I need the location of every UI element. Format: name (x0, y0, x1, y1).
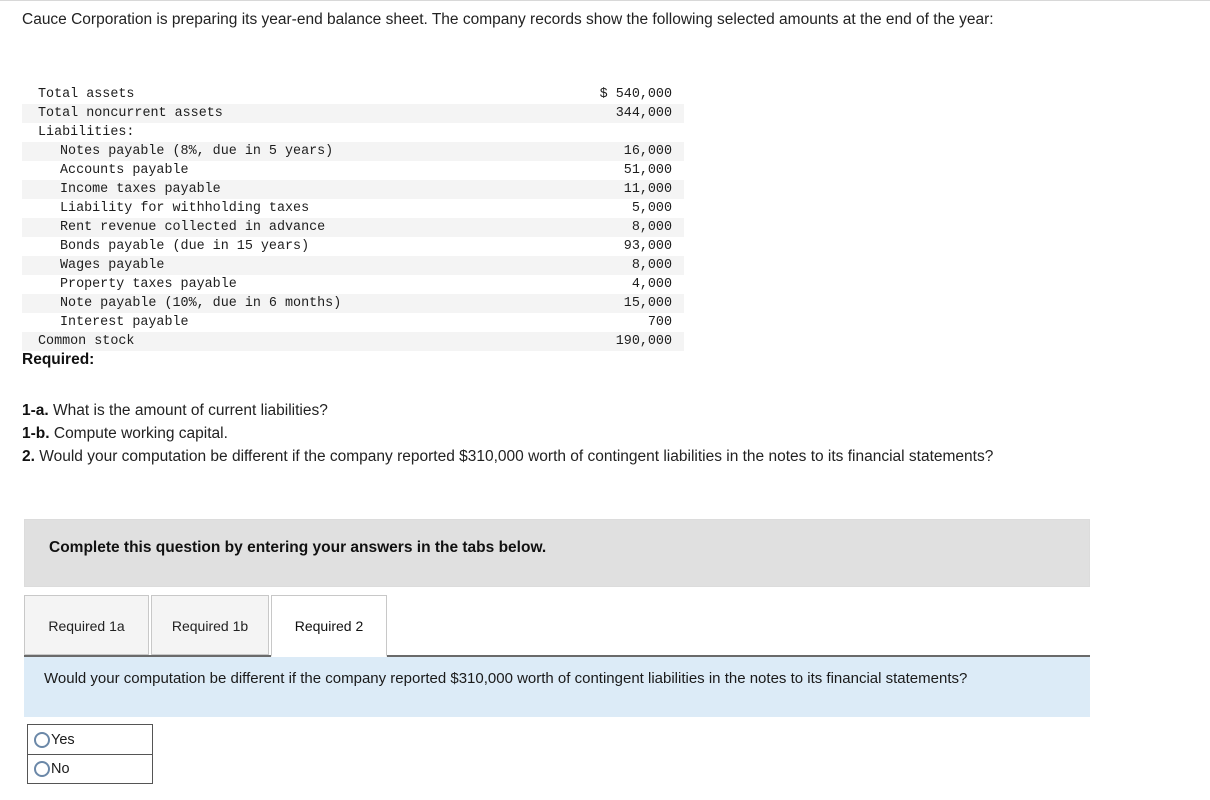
table-row: Total assets $ 540,000 (22, 85, 684, 104)
table-row: Notes payable (8%, due in 5 years) 16,000 (22, 142, 684, 161)
table-row: Total noncurrent assets 344,000 (22, 104, 684, 123)
table-row: Wages payable 8,000 (22, 256, 684, 275)
requirements-list: 1-a. What is the amount of current liabi… (22, 399, 1182, 468)
requirement-number: 1-b. (22, 425, 50, 442)
row-amount: 51,000 (623, 163, 672, 178)
tab-strip: Required 1a Required 1b Required 2 (24, 595, 1090, 657)
question-panel: Would your computation be different if t… (24, 657, 1090, 717)
requirement-line: 1-b. Compute working capital. (22, 422, 1182, 445)
radio-button-icon[interactable] (34, 731, 50, 748)
row-amount (546, 123, 684, 142)
table-row: Common stock 190,000 (22, 332, 684, 351)
row-label: Income taxes payable (60, 182, 221, 197)
top-divider (0, 0, 1210, 1)
row-label: Note payable (10%, due in 6 months) (60, 296, 342, 311)
requirement-line: 2. Would your computation be different i… (22, 445, 1182, 468)
row-amount: 190,000 (615, 334, 672, 349)
table-row: Liability for withholding taxes 5,000 (22, 199, 684, 218)
answer-option-label: No (51, 761, 70, 777)
requirement-text: Compute working capital. (49, 425, 228, 442)
row-amount: $ 540,000 (599, 87, 672, 102)
row-label: Common stock (38, 334, 135, 349)
table-row: Bonds payable (due in 15 years) 93,000 (22, 237, 684, 256)
answer-choice-box: Yes No (27, 724, 153, 784)
row-amount: 344,000 (615, 106, 672, 121)
row-label: Accounts payable (60, 163, 189, 178)
table-row: Liabilities: (22, 123, 684, 142)
table-row: Accounts payable 51,000 (22, 161, 684, 180)
row-label: Wages payable (60, 258, 165, 273)
requirement-text: Would your computation be different if t… (34, 448, 994, 465)
row-amount: 93,000 (623, 239, 672, 254)
question-text: Would your computation be different if t… (44, 670, 968, 687)
row-amount: 15,000 (623, 296, 672, 311)
table-row: Note payable (10%, due in 6 months) 15,00… (22, 294, 684, 313)
answer-option-no[interactable]: No (28, 754, 152, 783)
instruction-banner: Complete this question by entering your … (24, 519, 1090, 587)
selected-amounts-table: Total assets $ 540,000 Total noncurrent as… (22, 85, 684, 351)
answer-option-yes[interactable]: Yes (28, 725, 152, 754)
row-label: Total assets (38, 87, 135, 102)
required-heading: Required: (22, 351, 95, 368)
row-label: Property taxes payable (60, 277, 237, 292)
problem-statement: Cauce Corporation is preparing its year-… (22, 11, 994, 28)
tab-required-2[interactable]: Required 2 (271, 595, 387, 657)
instruction-text: Complete this question by entering your … (49, 539, 547, 556)
row-label: Total noncurrent assets (38, 106, 223, 121)
answer-option-label: Yes (51, 731, 75, 748)
requirement-line: 1-a. What is the amount of current liabi… (22, 399, 1182, 422)
table-body: Total assets $ 540,000 Total noncurrent as… (22, 85, 684, 351)
row-label: Rent revenue collected in advance (60, 220, 326, 235)
question-page: Cauce Corporation is preparing its year-… (0, 0, 1210, 800)
row-amount: 8,000 (631, 258, 672, 273)
row-amount: 700 (647, 315, 672, 330)
row-amount: 11,000 (623, 182, 672, 197)
row-amount: 8,000 (631, 220, 672, 235)
requirement-number: 1-a. (22, 402, 49, 419)
tab-required-1b[interactable]: Required 1b (151, 595, 269, 655)
row-label: Liability for withholding taxes (60, 201, 310, 216)
requirement-number: 2. (22, 448, 35, 465)
table-row: Income taxes payable 11,000 (22, 180, 684, 199)
table-row: Property taxes payable 4,000 (22, 275, 684, 294)
row-label: Liabilities: (38, 125, 135, 140)
row-amount: 5,000 (631, 201, 672, 216)
row-label: Bonds payable (due in 15 years) (60, 239, 310, 254)
radio-button-icon[interactable] (34, 761, 50, 777)
row-amount: 4,000 (631, 277, 672, 292)
row-amount: 16,000 (623, 144, 672, 159)
requirement-text: What is the amount of current liabilitie… (48, 402, 328, 419)
table-row: Rent revenue collected in advance 8,000 (22, 218, 684, 237)
row-label: Notes payable (8%, due in 5 years) (60, 144, 334, 159)
row-label: Interest payable (60, 315, 189, 330)
tab-required-1a[interactable]: Required 1a (24, 595, 149, 655)
table-row: Interest payable 700 (22, 313, 684, 332)
